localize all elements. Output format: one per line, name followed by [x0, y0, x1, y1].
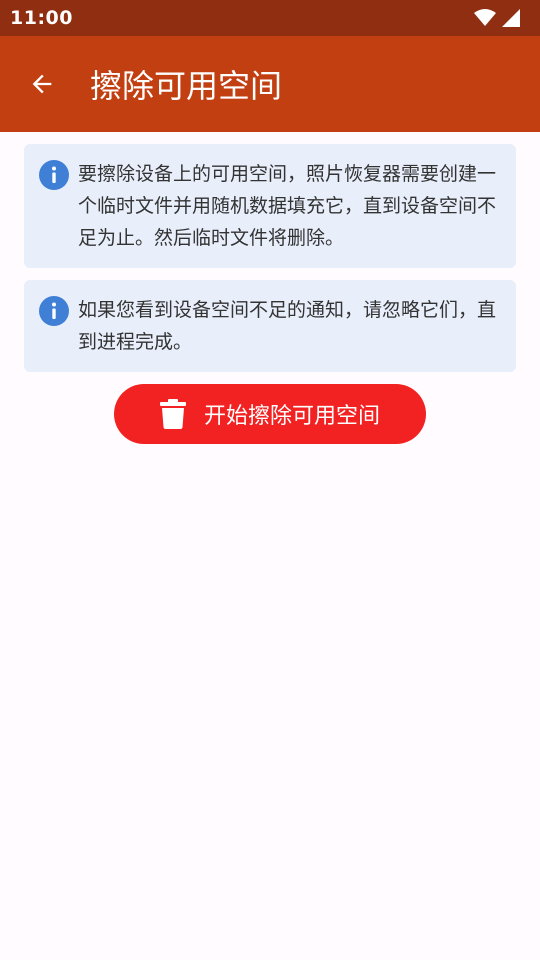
info-text: 如果您看到设备空间不足的通知，请忽略它们，直到进程完成。	[78, 299, 497, 353]
wifi-icon	[474, 9, 496, 26]
page-title: 擦除可用空间	[90, 67, 283, 105]
status-time: 11:00	[10, 7, 73, 29]
info-icon	[39, 296, 69, 326]
info-text: 要擦除设备上的可用空间，照片恢复器需要创建一个临时文件并用随机数据填充它，直到设…	[78, 163, 497, 249]
start-erase-label: 开始擦除可用空间	[203, 404, 380, 429]
content: 要擦除设备上的可用空间，照片恢复器需要创建一个临时文件并用随机数据填充它，直到设…	[24, 144, 516, 444]
info-card-low-space-notice: 如果您看到设备空间不足的通知，请忽略它们，直到进程完成。	[24, 280, 516, 372]
arrow-left-icon	[32, 74, 52, 94]
status-bar: 11:00	[0, 0, 540, 36]
signal-icon	[502, 9, 520, 27]
status-icons	[474, 9, 520, 27]
info-card-free-space: 要擦除设备上的可用空间，照片恢复器需要创建一个临时文件并用随机数据填充它，直到设…	[24, 144, 516, 268]
back-button[interactable]	[18, 60, 66, 108]
app-bar: 擦除可用空间	[0, 36, 540, 132]
info-icon	[39, 160, 69, 190]
action-row: 开始擦除可用空间	[24, 384, 516, 444]
start-erase-button[interactable]: 开始擦除可用空间	[114, 384, 426, 444]
trash-icon	[159, 399, 186, 429]
